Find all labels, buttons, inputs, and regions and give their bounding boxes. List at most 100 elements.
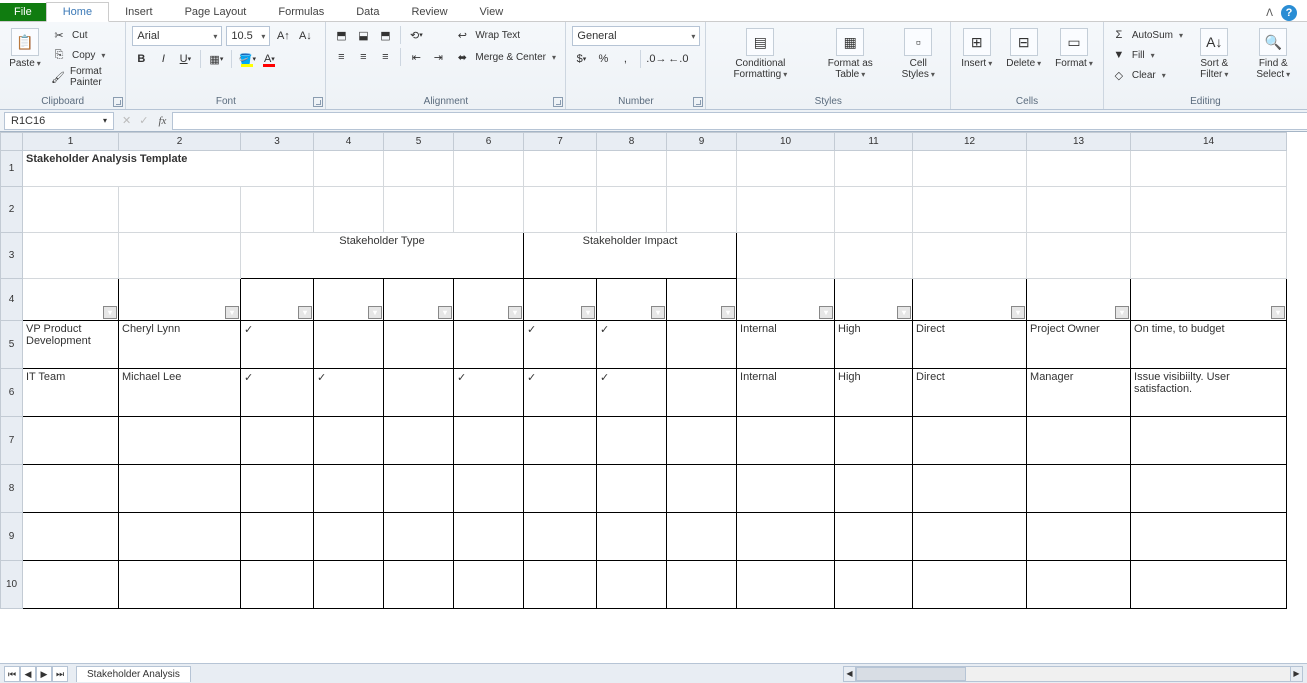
col-header[interactable]: 6 [454, 133, 524, 151]
data-cell[interactable]: Manager [1027, 369, 1131, 417]
font-name-combo[interactable]: Arial▾ [132, 26, 222, 46]
col-header[interactable]: 1 [23, 133, 119, 151]
next-sheet-button[interactable]: ▶ [36, 666, 52, 682]
data-cell[interactable] [314, 465, 384, 513]
paste-button[interactable]: 📋 Paste [6, 26, 44, 71]
data-cell[interactable] [454, 561, 524, 609]
row-header[interactable]: 4 [1, 279, 23, 321]
stakeholder-type-header[interactable]: Stakeholder Type [241, 233, 524, 279]
data-cell[interactable]: ✓ [597, 321, 667, 369]
data-cell[interactable] [737, 417, 835, 465]
data-cell[interactable] [667, 321, 737, 369]
delete-cells-button[interactable]: ⊟Delete [1002, 26, 1045, 71]
data-cell[interactable] [23, 465, 119, 513]
filter-icon[interactable]: ▾ [721, 306, 735, 319]
data-cell[interactable]: ✓ [597, 369, 667, 417]
data-cell[interactable] [913, 561, 1027, 609]
data-cell[interactable] [1027, 513, 1131, 561]
fx-icon[interactable]: fx [152, 115, 172, 127]
data-cell[interactable] [384, 561, 454, 609]
col-header[interactable]: 11 [835, 133, 913, 151]
filter-icon[interactable]: ▾ [1271, 306, 1285, 319]
tab-insert[interactable]: Insert [109, 3, 169, 21]
number-dialog-launcher[interactable] [693, 97, 703, 107]
data-cell[interactable] [119, 417, 241, 465]
filter-icon[interactable]: ▾ [897, 306, 911, 319]
data-cell[interactable] [314, 417, 384, 465]
col-header[interactable]: 5 [384, 133, 454, 151]
data-cell[interactable] [454, 465, 524, 513]
data-cell[interactable] [597, 465, 667, 513]
col-header[interactable]: 3 [241, 133, 314, 151]
col-header[interactable]: 4 [314, 133, 384, 151]
decrease-indent-button[interactable]: ⇤ [407, 48, 425, 66]
first-sheet-button[interactable]: ⏮ [4, 666, 20, 682]
tab-page-layout[interactable]: Page Layout [169, 3, 263, 21]
tab-view[interactable]: View [464, 3, 520, 21]
col-header[interactable]: 14 [1131, 133, 1287, 151]
percent-button[interactable]: % [594, 50, 612, 68]
data-cell[interactable]: Issue visibiilty. User satisfaction. [1131, 369, 1287, 417]
data-cell[interactable] [737, 513, 835, 561]
filter-icon[interactable]: ▾ [368, 306, 382, 319]
merge-center-button[interactable]: ⬌Merge & Center [453, 48, 556, 66]
table-header[interactable]: Responbile▾ [314, 279, 384, 321]
cell[interactable] [913, 187, 1027, 233]
align-top-button[interactable]: ⬒ [332, 26, 350, 44]
data-cell[interactable] [1131, 417, 1287, 465]
data-cell[interactable] [241, 465, 314, 513]
col-header[interactable]: 12 [913, 133, 1027, 151]
data-cell[interactable] [23, 561, 119, 609]
cell[interactable] [314, 187, 384, 233]
col-header[interactable]: 7 [524, 133, 597, 151]
data-cell[interactable]: Internal [737, 321, 835, 369]
row-header[interactable]: 3 [1, 233, 23, 279]
cell-styles-button[interactable]: ▫Cell Styles [892, 26, 944, 82]
cell[interactable] [119, 233, 241, 279]
border-button[interactable]: ▦▾ [207, 50, 225, 68]
filter-icon[interactable]: ▾ [438, 306, 452, 319]
cell[interactable] [524, 187, 597, 233]
data-cell[interactable]: Direct [913, 369, 1027, 417]
filter-icon[interactable]: ▾ [1011, 306, 1025, 319]
data-cell[interactable]: ✓ [241, 369, 314, 417]
name-box[interactable]: R1C16▾ [4, 112, 114, 130]
table-header[interactable]: Informed▾ [454, 279, 524, 321]
cell[interactable] [913, 233, 1027, 279]
data-cell[interactable] [524, 465, 597, 513]
clear-button[interactable]: ◇Clear [1110, 66, 1183, 84]
align-bottom-button[interactable]: ⬒ [376, 26, 394, 44]
cell[interactable] [835, 187, 913, 233]
filter-icon[interactable]: ▾ [298, 306, 312, 319]
data-cell[interactable] [667, 465, 737, 513]
formula-input[interactable] [172, 112, 1307, 130]
filter-icon[interactable]: ▾ [1115, 306, 1129, 319]
alignment-dialog-launcher[interactable] [553, 97, 563, 107]
table-header[interactable]: Internal/External▾ [737, 279, 835, 321]
underline-button[interactable]: U▾ [176, 50, 194, 68]
data-cell[interactable]: High [835, 321, 913, 369]
table-header[interactable]: Relationship with / Interest in project▾ [1027, 279, 1131, 321]
data-cell[interactable]: On time, to budget [1131, 321, 1287, 369]
font-size-combo[interactable]: 10.5▾ [226, 26, 270, 46]
cell[interactable] [667, 151, 737, 187]
data-cell[interactable] [524, 561, 597, 609]
last-sheet-button[interactable]: ⏭ [52, 666, 68, 682]
data-cell[interactable]: Project Owner [1027, 321, 1131, 369]
data-cell[interactable] [1027, 561, 1131, 609]
enter-formula-icon[interactable]: ✓ [135, 114, 152, 127]
align-right-button[interactable]: ≡ [376, 48, 394, 66]
row-header[interactable]: 5 [1, 321, 23, 369]
data-cell[interactable] [454, 513, 524, 561]
filter-icon[interactable]: ▾ [819, 306, 833, 319]
align-center-button[interactable]: ≡ [354, 48, 372, 66]
data-cell[interactable] [314, 321, 384, 369]
cancel-formula-icon[interactable]: ✕ [118, 114, 135, 127]
cell[interactable] [597, 151, 667, 187]
cell[interactable] [1027, 151, 1131, 187]
decrease-decimal-button[interactable]: ←.0 [669, 50, 687, 68]
cell[interactable] [384, 187, 454, 233]
row-header[interactable]: 10 [1, 561, 23, 609]
data-cell[interactable]: IT Team [23, 369, 119, 417]
filter-icon[interactable]: ▾ [225, 306, 239, 319]
